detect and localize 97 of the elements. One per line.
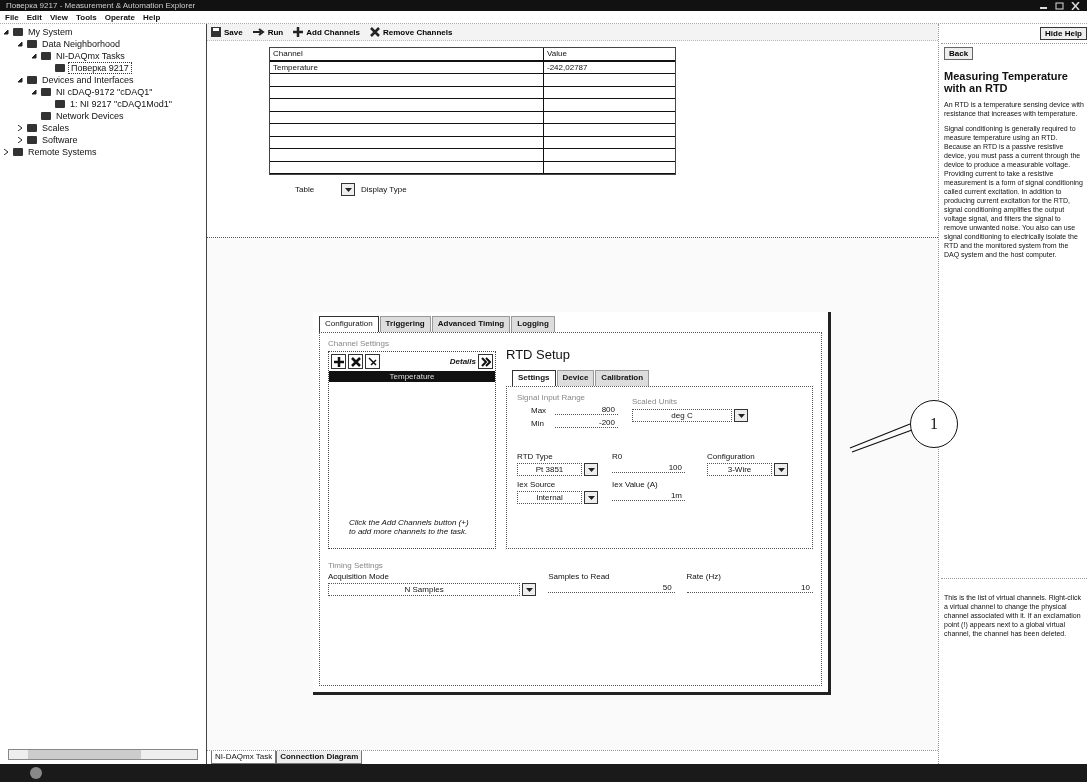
caret-down-icon <box>587 495 595 500</box>
tree-item[interactable]: My System <box>26 27 75 37</box>
dropdown-field[interactable]: Pt 3851 <box>517 463 582 476</box>
tab[interactable]: Connection Diagram <box>276 751 363 764</box>
help-title: Measuring Temperature with an RTD <box>944 70 1069 94</box>
details-label: Details <box>449 357 476 366</box>
restore-icon[interactable] <box>1055 1 1065 10</box>
column-header: Channel <box>270 48 544 60</box>
caret-down-icon <box>525 587 533 592</box>
menu-item[interactable]: File <box>5 12 19 22</box>
caret-down-icon <box>737 413 745 418</box>
table-cell: Temperature <box>270 61 544 73</box>
dropdown-field[interactable]: 3-Wire <box>707 463 772 476</box>
channel-item[interactable]: Temperature <box>329 371 495 382</box>
section-label: Channel Settings <box>328 339 390 348</box>
arrow-icon <box>252 28 265 36</box>
field-label: Acquisition Mode <box>328 572 390 581</box>
max-field[interactable]: 800 <box>555 405 618 415</box>
table-cell-text: -242,02787 <box>546 61 589 73</box>
collapse-arrow-icon[interactable] <box>3 29 10 35</box>
menu-item[interactable]: Help <box>142 12 161 22</box>
menu-item[interactable]: Edit <box>26 12 42 22</box>
tree-item[interactable]: NI-DAQmx Tasks <box>54 51 127 61</box>
units-dropdown[interactable]: deg C <box>632 409 732 422</box>
x-icon <box>370 27 381 37</box>
toolbar-button[interactable]: Save <box>211 27 243 37</box>
tab[interactable]: Triggering <box>379 316 431 332</box>
callout-number: 1 <box>910 400 958 448</box>
collapse-arrow-icon[interactable] <box>17 41 24 47</box>
tree-item[interactable]: Поверка 9217 <box>68 62 132 74</box>
hint-text: Click the Add Channels button (+) to add more channels to the task. <box>348 518 470 538</box>
back-button[interactable]: Back <box>944 47 974 60</box>
toolbar-button[interactable]: Add Channels <box>293 27 361 37</box>
input-field[interactable]: 50 <box>548 583 675 593</box>
display-type-value: Table <box>295 185 316 194</box>
tree-item[interactable]: Remote Systems <box>26 147 99 157</box>
field-label: RTD Type <box>517 452 554 461</box>
caret-down-icon <box>344 187 352 192</box>
input-field[interactable]: 10 <box>686 583 813 593</box>
collapse-arrow-icon[interactable] <box>31 89 38 95</box>
plus-icon <box>293 27 304 37</box>
menu-item[interactable]: Tools <box>76 12 97 22</box>
collapse-arrow-icon[interactable] <box>17 77 24 83</box>
tree-item[interactable]: 1: NI 9217 "cDAQ1Mod1" <box>68 99 174 109</box>
section-label: Timing Settings <box>328 561 384 570</box>
caret-down-icon <box>587 467 595 472</box>
field-label: R0 <box>612 452 624 461</box>
toolbar-button[interactable]: Remove Channels <box>370 27 453 37</box>
field-label: Max <box>531 405 548 415</box>
dropdown-button[interactable] <box>522 583 537 596</box>
tab[interactable]: Advanced Timing <box>431 316 511 332</box>
field-label: Iex Source <box>517 480 557 489</box>
delete-button[interactable] <box>348 354 363 369</box>
add-button[interactable] <box>331 354 346 369</box>
group-label: Signal Input Range <box>517 393 587 402</box>
tree-item[interactable]: Software <box>40 135 80 145</box>
hide-help-button[interactable]: Hide Help <box>1040 27 1087 40</box>
dropdown-button[interactable] <box>584 491 598 504</box>
tree-item[interactable]: Devices and Interfaces <box>40 75 136 85</box>
field-label: Iex Value (A) <box>612 480 659 489</box>
start-icon[interactable] <box>30 767 42 779</box>
tab[interactable]: Calibration <box>595 370 650 386</box>
tab[interactable]: Settings <box>512 370 556 386</box>
caret-down-icon <box>777 467 785 472</box>
field-label: Rate (Hz) <box>686 572 722 581</box>
input-field[interactable]: 1m <box>612 491 685 501</box>
field-label: Min <box>531 418 545 428</box>
dropdown-button[interactable] <box>584 463 598 476</box>
collapse-arrow-icon[interactable] <box>31 53 38 59</box>
field-label: Samples to Read <box>548 572 611 581</box>
toolbar-button[interactable]: Run <box>252 27 284 37</box>
dropdown-button[interactable] <box>774 463 788 476</box>
group-label: Scaled Units <box>632 397 678 406</box>
tree-item[interactable]: Scales <box>40 123 71 133</box>
field-label: Configuration <box>707 452 756 461</box>
dropdown-field[interactable]: Internal <box>517 491 582 504</box>
window-title: Поверка 9217 - Measurement & Automation Explorer <box>6 1 196 10</box>
menu-item[interactable]: Operate <box>104 12 135 22</box>
column-header: Value <box>546 48 568 60</box>
input-field[interactable]: 100 <box>612 463 685 473</box>
dropdown-button[interactable] <box>341 183 355 196</box>
close-icon[interactable] <box>1071 1 1081 10</box>
section-title: RTD Setup <box>506 347 572 362</box>
tree-item[interactable]: Data Neighborhood <box>40 39 123 49</box>
tab[interactable]: NI-DAQmx Task <box>211 751 277 764</box>
field-label: Display Type <box>361 185 407 194</box>
tab[interactable]: Device <box>556 370 595 386</box>
tab[interactable]: Configuration <box>319 316 379 332</box>
menu-item[interactable]: View <box>49 12 68 22</box>
dropdown-button[interactable] <box>734 409 748 422</box>
min-field[interactable]: -200 <box>555 418 618 428</box>
tree-item[interactable]: Network Devices <box>54 111 126 121</box>
expand-button[interactable] <box>478 354 493 369</box>
dropdown-field[interactable]: N Samples <box>328 583 521 596</box>
tab[interactable]: Logging <box>511 316 555 332</box>
tree-item[interactable]: NI cDAQ-9172 "cDAQ1" <box>54 87 155 97</box>
scrollbar[interactable] <box>8 749 198 760</box>
